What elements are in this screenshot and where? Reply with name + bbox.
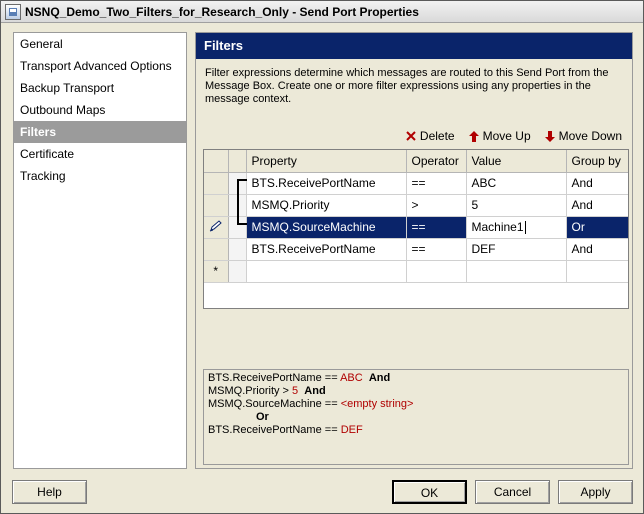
expr-join: And bbox=[368, 372, 391, 384]
panel-header: Filters bbox=[196, 33, 632, 59]
window-app-icon bbox=[5, 3, 21, 20]
table-row[interactable]: MSMQ.Priority > 5 And bbox=[204, 194, 628, 217]
move-up-button[interactable]: Move Up bbox=[468, 129, 531, 143]
group-header-corner bbox=[228, 150, 247, 173]
filters-panel: Filters Filter expressions determine whi… bbox=[195, 32, 633, 469]
expression-line: BTS.ReceivePortName == DEF bbox=[208, 424, 624, 437]
cell-value[interactable]: ABC bbox=[466, 172, 567, 195]
grid-header-row: Property Operator Value Group by bbox=[204, 150, 628, 173]
cell-value-text: Machine1 bbox=[471, 219, 524, 234]
expr-join: Or bbox=[256, 411, 269, 423]
cancel-button[interactable]: Cancel bbox=[475, 480, 550, 504]
cell-operator[interactable]: == bbox=[406, 172, 467, 195]
expr-join: And bbox=[304, 385, 326, 397]
group-indicator bbox=[228, 260, 247, 283]
expr-property: BTS.ReceivePortName bbox=[208, 424, 322, 436]
filter-expression-preview: BTS.ReceivePortName == ABC And MSMQ.Prio… bbox=[203, 369, 629, 465]
expression-line: Or bbox=[208, 411, 624, 424]
delete-icon bbox=[406, 131, 416, 141]
table-row[interactable]: BTS.ReceivePortName == ABC And bbox=[204, 172, 628, 195]
sidebar-item-certificate[interactable]: Certificate bbox=[14, 143, 186, 165]
apply-button[interactable]: Apply bbox=[558, 480, 633, 504]
sidebar-item-backup-transport[interactable]: Backup Transport bbox=[14, 77, 186, 99]
expr-operator: == bbox=[321, 398, 341, 410]
expression-line: MSMQ.SourceMachine == <empty string> bbox=[208, 398, 624, 411]
cell-property[interactable]: MSMQ.SourceMachine bbox=[246, 216, 407, 239]
column-header-property[interactable]: Property bbox=[246, 150, 407, 173]
column-header-operator[interactable]: Operator bbox=[406, 150, 467, 173]
expr-value: DEF bbox=[340, 424, 363, 436]
group-indicator bbox=[228, 216, 247, 239]
cell-value[interactable]: 5 bbox=[466, 194, 567, 217]
cell-operator[interactable] bbox=[406, 260, 467, 283]
cell-property[interactable]: BTS.ReceivePortName bbox=[246, 238, 407, 261]
row-selector[interactable] bbox=[204, 194, 229, 217]
column-header-value[interactable]: Value bbox=[466, 150, 567, 173]
group-indicator bbox=[228, 172, 247, 195]
sidebar-item-filters[interactable]: Filters bbox=[14, 121, 186, 143]
new-row[interactable]: * bbox=[204, 260, 628, 283]
expr-property: MSMQ.SourceMachine bbox=[208, 398, 322, 410]
cell-value[interactable] bbox=[466, 260, 567, 283]
move-down-label: Move Down bbox=[558, 129, 622, 143]
new-row-marker[interactable]: * bbox=[204, 260, 229, 283]
arrow-up-icon bbox=[468, 130, 479, 142]
expr-property: MSMQ.Priority bbox=[208, 385, 280, 397]
expr-value: ABC bbox=[340, 372, 363, 384]
edit-pencil-icon bbox=[209, 219, 222, 231]
delete-label: Delete bbox=[419, 129, 455, 143]
sidebar-item-general[interactable]: General bbox=[14, 33, 186, 55]
expr-operator: == bbox=[321, 424, 341, 436]
cell-operator[interactable]: == bbox=[406, 216, 467, 239]
move-up-label: Move Up bbox=[482, 129, 531, 143]
group-indicator bbox=[228, 194, 247, 217]
send-port-properties-window: NSNQ_Demo_Two_Filters_for_Research_Only … bbox=[0, 0, 644, 514]
cell-property[interactable]: BTS.ReceivePortName bbox=[246, 172, 407, 195]
sidebar-item-tracking[interactable]: Tracking bbox=[14, 165, 186, 187]
table-row-selected[interactable]: MSMQ.SourceMachine == Machine1 Or bbox=[204, 216, 628, 239]
cell-group-by[interactable]: And bbox=[566, 238, 628, 261]
expr-value: 5 bbox=[292, 385, 299, 397]
sidebar-item-outbound-maps[interactable]: Outbound Maps bbox=[14, 99, 186, 121]
row-selector[interactable] bbox=[204, 216, 229, 239]
move-down-button[interactable]: Move Down bbox=[544, 129, 622, 143]
cell-operator[interactable]: == bbox=[406, 238, 467, 261]
filter-toolbar: Delete Move Up Move Down bbox=[392, 128, 622, 144]
expr-property: BTS.ReceivePortName bbox=[208, 372, 322, 384]
cell-property[interactable]: MSMQ.Priority bbox=[246, 194, 407, 217]
expression-line: MSMQ.Priority > 5 And bbox=[208, 385, 624, 398]
cell-group-by[interactable]: Or bbox=[566, 216, 628, 239]
sidebar-item-transport-advanced-options[interactable]: Transport Advanced Options bbox=[14, 55, 186, 77]
filters-description: Filter expressions determine which messa… bbox=[205, 67, 609, 105]
arrow-down-icon bbox=[544, 130, 555, 142]
group-indicator bbox=[228, 238, 247, 261]
ok-button[interactable]: OK bbox=[392, 480, 467, 504]
cell-property[interactable] bbox=[246, 260, 407, 283]
expression-line: BTS.ReceivePortName == ABC And bbox=[208, 372, 624, 385]
help-button[interactable]: Help bbox=[12, 480, 87, 504]
text-caret bbox=[524, 221, 526, 235]
table-row[interactable]: BTS.ReceivePortName == DEF And bbox=[204, 238, 628, 261]
row-selector[interactable] bbox=[204, 172, 229, 195]
column-header-group-by[interactable]: Group by bbox=[566, 150, 628, 173]
sidebar-nav: General Transport Advanced Options Backu… bbox=[13, 32, 187, 469]
cell-group-by[interactable] bbox=[566, 260, 628, 283]
window-title: NSNQ_Demo_Two_Filters_for_Research_Only … bbox=[25, 4, 419, 19]
filters-grid: Property Operator Value Group by BTS.Rec… bbox=[203, 149, 629, 309]
expr-operator: > bbox=[279, 385, 293, 397]
cell-group-by[interactable]: And bbox=[566, 172, 628, 195]
expr-operator: == bbox=[321, 372, 341, 384]
title-bar[interactable]: NSNQ_Demo_Two_Filters_for_Research_Only … bbox=[1, 1, 643, 23]
cell-operator[interactable]: > bbox=[406, 194, 467, 217]
row-selector[interactable] bbox=[204, 238, 229, 261]
cell-value[interactable]: DEF bbox=[466, 238, 567, 261]
delete-button[interactable]: Delete bbox=[406, 129, 455, 143]
expr-value: <empty string> bbox=[340, 398, 414, 410]
cell-value-editing[interactable]: Machine1 bbox=[466, 216, 567, 239]
row-header-corner bbox=[204, 150, 229, 173]
cell-group-by[interactable]: And bbox=[566, 194, 628, 217]
